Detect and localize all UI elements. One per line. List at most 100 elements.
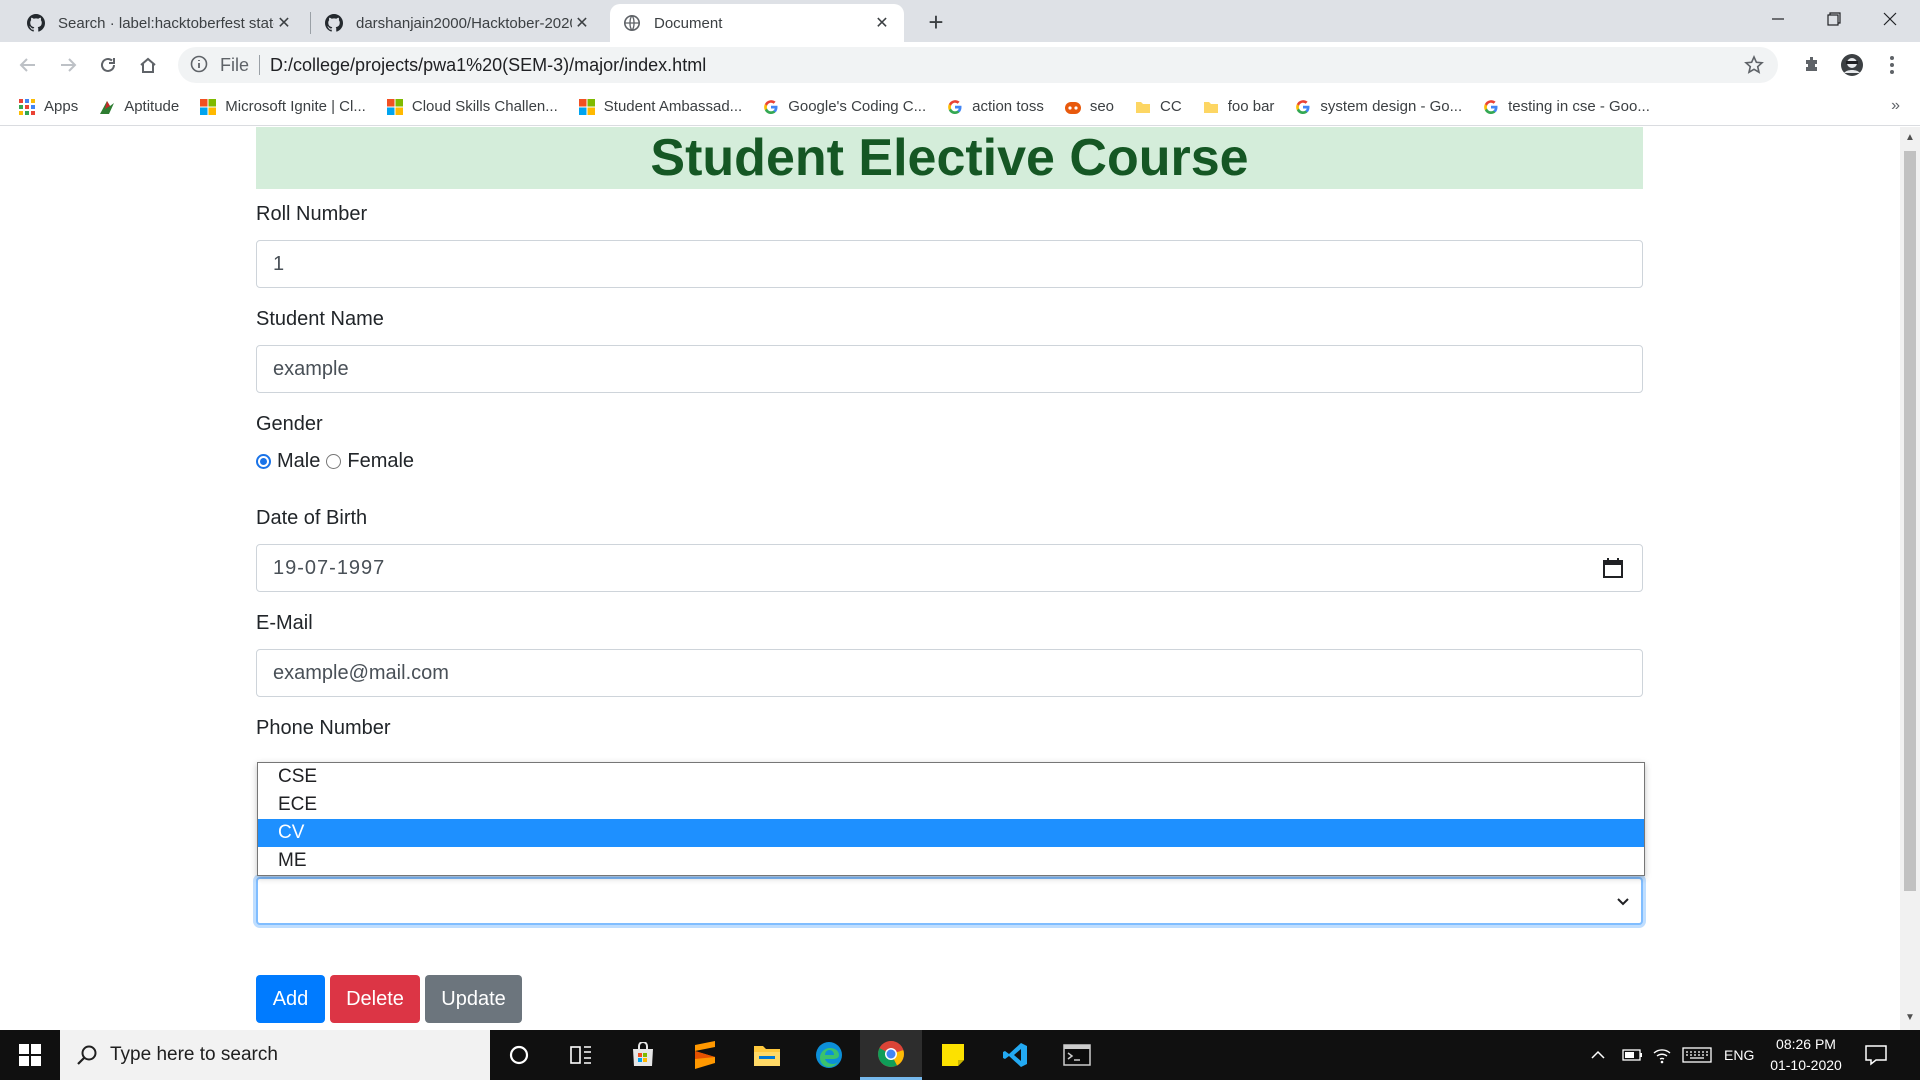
cortana-icon[interactable] (488, 1030, 550, 1080)
scroll-down-icon[interactable]: ▼ (1905, 1013, 1915, 1023)
extensions-icon[interactable] (1798, 51, 1826, 79)
keyboard-icon[interactable] (1682, 1030, 1712, 1080)
branch-option-cv[interactable]: CV (258, 819, 1644, 847)
scroll-up-icon[interactable]: ▲ (1905, 133, 1915, 143)
bookmark-testing-in-cse[interactable]: testing in cse - Goo... (1482, 98, 1650, 116)
bookmark-label: Microsoft Ignite | Cl... (225, 98, 366, 115)
file-explorer-icon[interactable] (736, 1030, 798, 1080)
bookmark-cc[interactable]: CC (1134, 98, 1182, 116)
vscode-icon[interactable] (984, 1030, 1046, 1080)
tab-title: Search · label:hacktoberfest state (58, 14, 274, 32)
terminal-icon[interactable] (1046, 1030, 1108, 1080)
home-icon[interactable] (134, 51, 162, 79)
update-button[interactable]: Update (425, 975, 522, 1023)
bookmark-action-toss[interactable]: action toss (946, 98, 1044, 116)
microsoft-icon (578, 98, 596, 116)
sticky-notes-icon[interactable] (922, 1030, 984, 1080)
folder-icon (1134, 98, 1152, 116)
gender-male-radio[interactable] (256, 454, 271, 469)
close-tab-icon[interactable]: ✕ (572, 13, 592, 33)
close-window-button[interactable] (1862, 0, 1918, 38)
student-name-label: Student Name (256, 308, 384, 330)
aptitude-icon (98, 98, 116, 116)
page-viewport: Student Elective Course Roll Number 1 St… (0, 127, 1900, 1030)
wifi-icon[interactable] (1652, 1030, 1672, 1080)
add-button[interactable]: Add (256, 975, 325, 1023)
tab-strip: Search · label:hacktoberfest state ✕ dar… (0, 0, 1920, 42)
microsoft-icon (199, 98, 217, 116)
bookmark-microsoft-ignite[interactable]: Microsoft Ignite | Cl... (199, 98, 366, 116)
tray-chevron-up-icon[interactable] (1590, 1030, 1606, 1080)
microsoft-store-icon[interactable] (612, 1030, 674, 1080)
sublime-text-icon[interactable] (674, 1030, 736, 1080)
menu-kebab-icon[interactable] (1878, 51, 1906, 79)
tab-github-repo[interactable]: darshanjain2000/Hacktober-2020 ✕ (312, 4, 604, 42)
restore-button[interactable] (1806, 0, 1862, 38)
dob-value: 19-07-1997 (273, 556, 386, 579)
battery-icon[interactable] (1622, 1030, 1644, 1080)
tab-github-search[interactable]: Search · label:hacktoberfest state ✕ (14, 4, 306, 42)
gender-radio-group: Male Female (256, 450, 1643, 473)
bookmark-seo[interactable]: seo (1064, 98, 1114, 116)
roll-number-input[interactable]: 1 (256, 240, 1643, 288)
branch-select[interactable] (256, 877, 1643, 925)
seo-icon (1064, 98, 1082, 116)
chrome-icon[interactable] (860, 1030, 922, 1080)
bookmark-label: CC (1160, 98, 1182, 115)
url-text[interactable]: D:/college/projects/pwa1%20(SEM-3)/major… (270, 55, 706, 76)
address-bar[interactable]: File D:/college/projects/pwa1%20(SEM-3)/… (178, 47, 1778, 83)
task-view-icon[interactable] (550, 1030, 612, 1080)
student-name-input[interactable]: example (256, 345, 1643, 393)
branch-option-cse[interactable]: CSE (258, 763, 1644, 791)
bookmark-apps[interactable]: Apps (18, 98, 78, 116)
minimize-button[interactable] (1750, 0, 1806, 38)
bookmark-cloud-skills[interactable]: Cloud Skills Challen... (386, 98, 558, 116)
clock-time: 08:26 PM (1776, 1036, 1836, 1052)
taskbar-clock[interactable]: 08:26 PM 01-10-2020 (1760, 1034, 1852, 1076)
google-icon (1294, 98, 1312, 116)
bookmark-label: Aptitude (124, 98, 180, 115)
email-value: example@mail.com (273, 661, 449, 684)
phone-number-label: Phone Number (256, 717, 391, 739)
bookmark-student-ambassador[interactable]: Student Ambassad... (578, 98, 742, 116)
page-scrollbar[interactable]: ▲ ▼ (1900, 127, 1920, 1030)
close-tab-icon[interactable]: ✕ (872, 13, 892, 33)
bookmark-aptitude[interactable]: Aptitude (98, 98, 179, 116)
clock-date: 01-10-2020 (1770, 1057, 1842, 1073)
bookmark-label: testing in cse - Goo... (1508, 98, 1650, 115)
windows-start-icon[interactable] (0, 1030, 60, 1080)
branch-option-me[interactable]: ME (258, 847, 1644, 875)
back-icon[interactable] (14, 51, 42, 79)
gender-female-radio[interactable] (326, 454, 342, 469)
tab-separator (310, 12, 311, 34)
branch-dropdown-list: CSE ECE CV ME (257, 762, 1645, 876)
tab-title: darshanjain2000/Hacktober-2020 (356, 14, 572, 32)
delete-button[interactable]: Delete (330, 975, 420, 1023)
close-tab-icon[interactable]: ✕ (274, 13, 294, 33)
language-indicator[interactable]: ENG (1724, 1030, 1754, 1080)
edge-icon[interactable] (798, 1030, 860, 1080)
bookmark-foo-bar[interactable]: foo bar (1202, 98, 1274, 116)
dob-input[interactable]: 19-07-1997 (256, 544, 1643, 592)
email-input[interactable]: example@mail.com (256, 649, 1643, 697)
bookmark-label: seo (1089, 98, 1115, 115)
tab-document[interactable]: Document ✕ (610, 4, 904, 42)
bookmark-googles-coding[interactable]: Google's Coding C... (762, 98, 926, 116)
info-icon[interactable] (190, 55, 210, 75)
windows-taskbar: Type here to search ENG 08:26 PM 01-10-2… (0, 1030, 1920, 1080)
google-icon (762, 98, 780, 116)
github-icon (26, 13, 46, 33)
calendar-icon[interactable] (1602, 557, 1624, 585)
scrollbar-thumb[interactable] (1904, 151, 1916, 891)
new-tab-button[interactable]: + (922, 7, 950, 37)
notification-icon[interactable] (1864, 1043, 1888, 1072)
github-icon (324, 13, 344, 33)
reload-icon[interactable] (94, 51, 122, 79)
bookmark-system-design[interactable]: system design - Go... (1294, 98, 1462, 116)
forward-icon[interactable] (54, 51, 82, 79)
taskbar-search-input[interactable]: Type here to search (60, 1030, 490, 1080)
bookmarks-overflow-icon[interactable]: » (1891, 97, 1900, 115)
profile-avatar[interactable] (1838, 51, 1866, 79)
bookmark-star-icon[interactable] (1744, 55, 1764, 80)
branch-option-ece[interactable]: ECE (258, 791, 1644, 819)
